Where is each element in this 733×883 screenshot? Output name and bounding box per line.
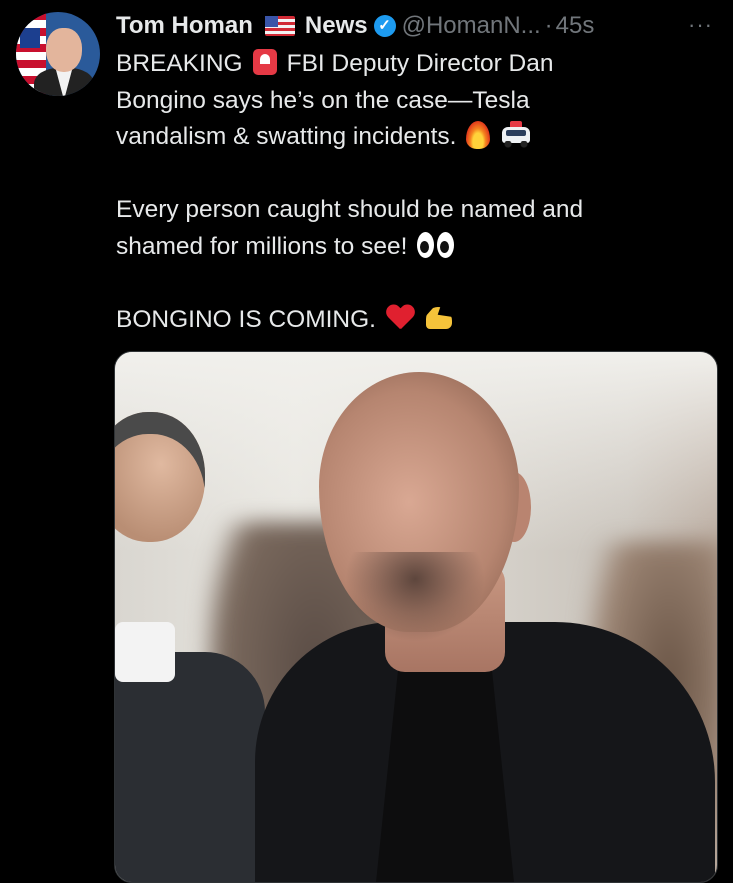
text-fragment: vandalism & swatting incidents. [116, 123, 457, 150]
siren-icon [252, 48, 277, 75]
police-car-icon [500, 120, 532, 149]
timestamp[interactable]: 45s [556, 12, 595, 40]
text-fragment: shamed for millions to see! [116, 232, 408, 260]
red-heart-icon [386, 305, 414, 331]
author-affiliation: News [304, 12, 368, 39]
timestamp-separator: · [544, 12, 553, 39]
us-flag-icon [264, 16, 295, 36]
author-avatar[interactable] [16, 12, 100, 96]
text-line: vandalism & swatting incidents. [116, 119, 716, 156]
tweet-header: Tom Homan News ✓ @HomanN... · 45s [116, 8, 594, 44]
author-name[interactable]: Tom Homan [116, 12, 253, 40]
text-fragment: FBI Deputy Director Dan [286, 50, 554, 77]
tweet-text: BREAKING FBI Deputy Director Dan Bongino … [116, 46, 716, 338]
text-line: BREAKING FBI Deputy Director Dan [116, 46, 716, 83]
more-options-icon[interactable]: ··· [688, 12, 713, 38]
fire-icon [466, 120, 491, 149]
text-line: shamed for millions to see! [116, 229, 716, 266]
author-handle[interactable]: @HomanN... [402, 12, 541, 40]
breaking-label: BREAKING [116, 50, 243, 77]
text-line: BONGINO IS COMING. [116, 302, 716, 339]
eyes-icon [417, 232, 455, 259]
text-line: Every person caught should be named and [116, 196, 584, 223]
text-line: Bongino says he’s on the case—Tesla [116, 86, 530, 114]
text-fragment: BONGINO IS COMING. [116, 305, 376, 333]
tweet-media-image[interactable] [114, 351, 718, 883]
flexed-biceps-icon [424, 303, 454, 331]
verified-badge-icon[interactable]: ✓ [373, 15, 396, 37]
